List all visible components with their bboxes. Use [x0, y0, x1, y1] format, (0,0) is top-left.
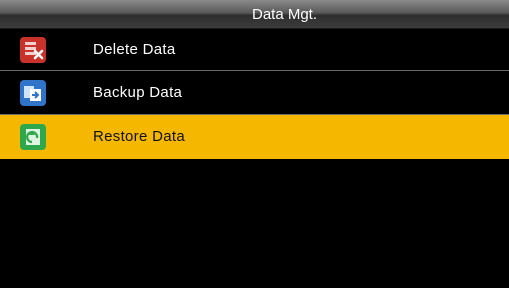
screen: Data Mgt. Delete Data Backup Data Restor…	[0, 0, 509, 288]
menu-item-label: Backup Data	[93, 84, 183, 101]
data-mgt-menu: Delete Data Backup Data Restore Data	[0, 29, 509, 159]
menu-item-restore-data[interactable]: Restore Data	[0, 115, 509, 159]
page-title: Data Mgt.	[0, 0, 509, 29]
restore-data-icon	[20, 124, 46, 150]
backup-data-icon	[20, 80, 46, 106]
menu-item-backup-data[interactable]: Backup Data	[0, 71, 509, 115]
menu-item-label: Delete Data	[93, 41, 176, 58]
delete-data-icon	[20, 37, 46, 63]
menu-item-delete-data[interactable]: Delete Data	[0, 29, 509, 71]
menu-item-label: Restore Data	[93, 128, 185, 145]
